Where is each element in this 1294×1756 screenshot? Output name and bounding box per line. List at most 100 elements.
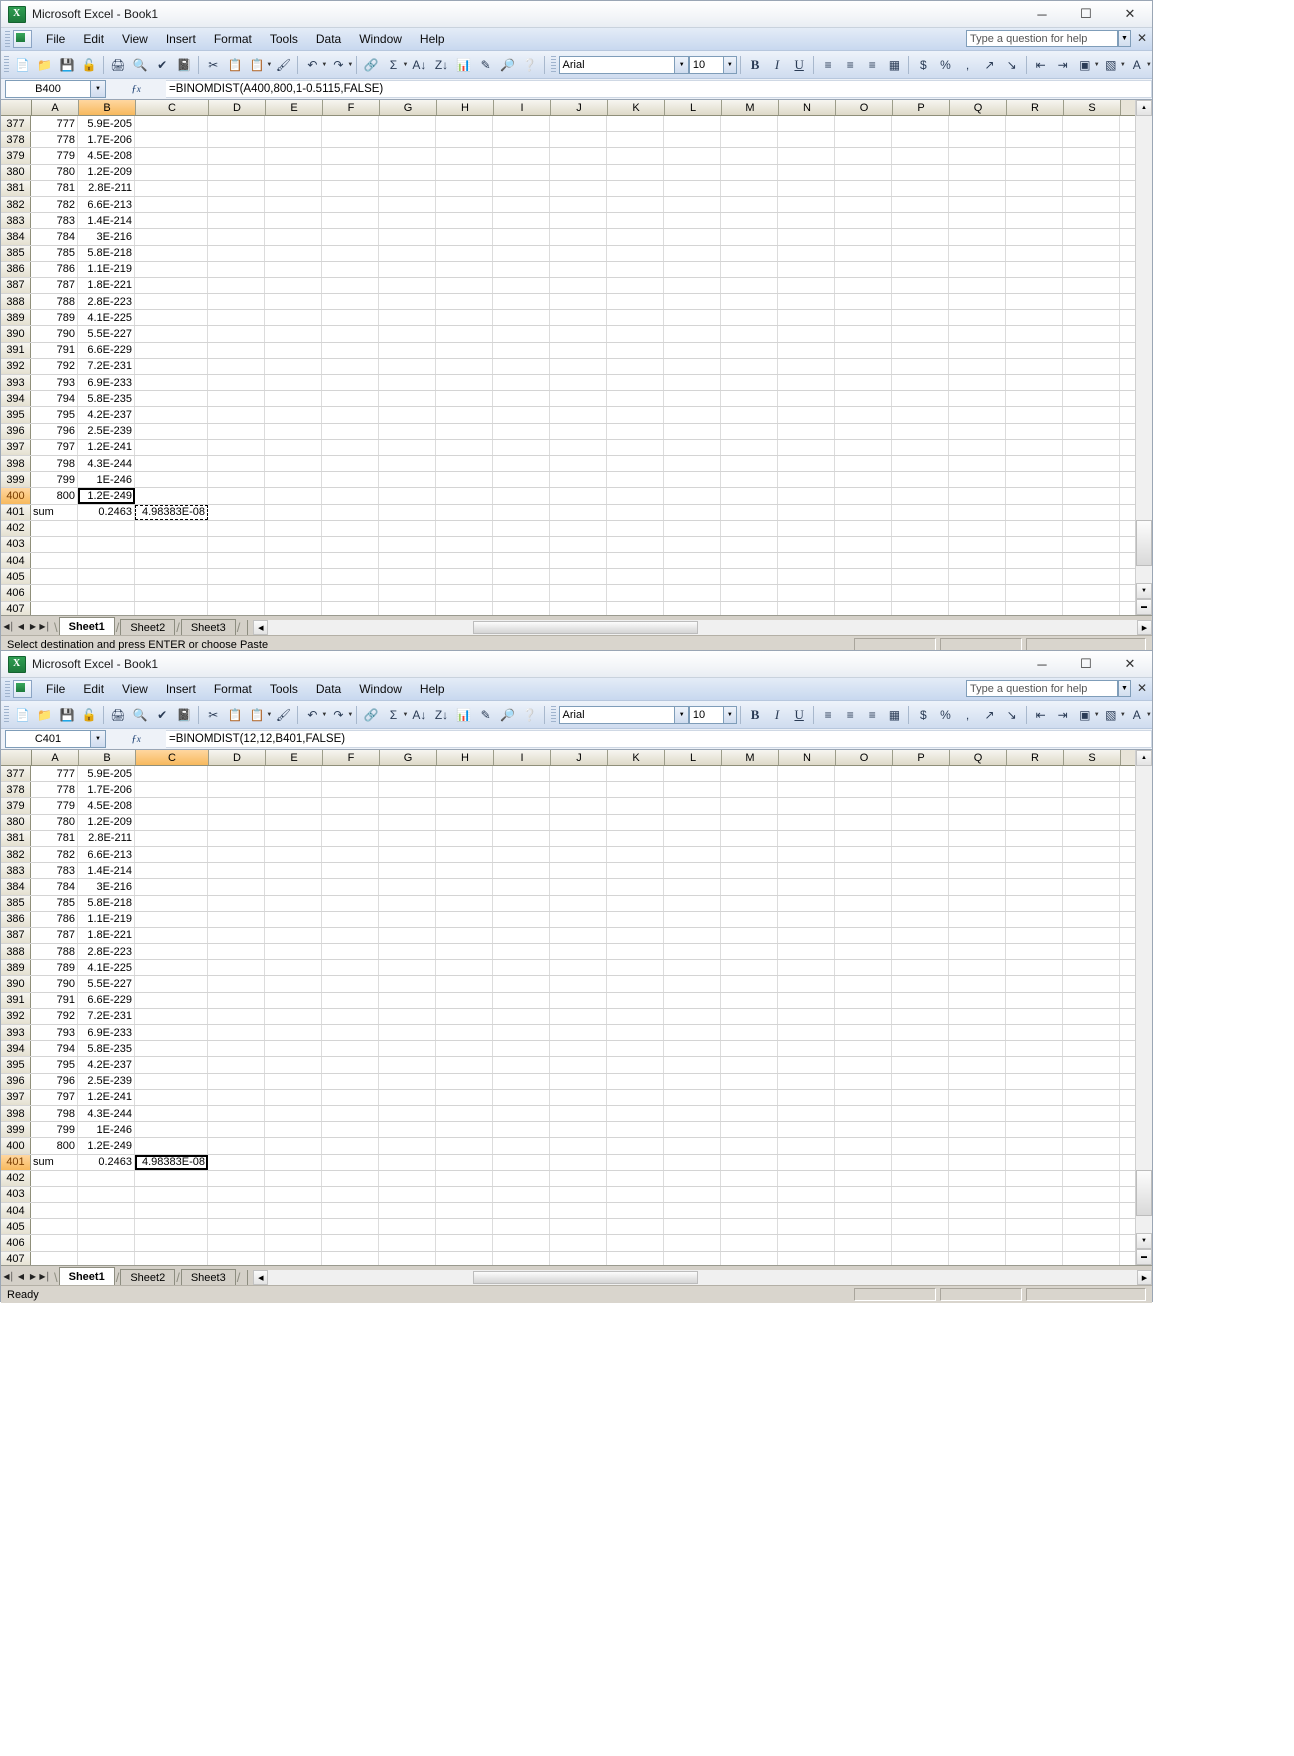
cell-h398[interactable]	[436, 455, 493, 472]
cell-q406[interactable]	[949, 585, 1006, 601]
cell-b401[interactable]: 0.2463	[78, 504, 135, 520]
cell-o380[interactable]	[835, 164, 892, 180]
cell-f396[interactable]	[322, 1073, 379, 1089]
cell-p387[interactable]	[892, 277, 949, 294]
cell-i403[interactable]	[493, 536, 550, 553]
cell-p400[interactable]	[892, 1138, 949, 1154]
cell-i382[interactable]	[493, 846, 550, 863]
cell-d392[interactable]	[208, 358, 265, 374]
menu-grip[interactable]	[5, 681, 10, 697]
cell-k404[interactable]	[607, 553, 664, 569]
cell-d405[interactable]	[208, 1219, 265, 1235]
cell-o381[interactable]	[835, 180, 892, 196]
cell-f393[interactable]	[322, 1025, 379, 1041]
cell-j380[interactable]	[550, 164, 607, 180]
cell-k385[interactable]	[607, 245, 664, 261]
cell-d386[interactable]	[208, 261, 265, 277]
cell-b387[interactable]: 1.8E-221	[78, 927, 135, 944]
cell-b389[interactable]: 4.1E-225	[78, 960, 135, 976]
cell-p385[interactable]	[892, 245, 949, 261]
cell-a379[interactable]: 779	[31, 148, 78, 164]
cell-r400[interactable]	[1006, 1138, 1063, 1154]
row-header-393[interactable]: 393	[1, 1025, 31, 1041]
cell-d382[interactable]	[208, 196, 265, 213]
cell-b393[interactable]: 6.9E-233	[78, 1025, 135, 1041]
cell-q407[interactable]	[949, 601, 1006, 615]
cell-c378[interactable]	[135, 782, 208, 798]
cell-l378[interactable]	[664, 132, 721, 148]
vscroll-thumb-top[interactable]	[1136, 520, 1152, 566]
cell-l399[interactable]	[664, 1122, 721, 1138]
cell-n383[interactable]	[778, 863, 835, 879]
cell-a397[interactable]: 797	[31, 1089, 78, 1105]
cell-d387[interactable]	[208, 277, 265, 294]
cell-d404[interactable]	[208, 553, 265, 569]
decrease-decimal-icon[interactable]: ↘	[1002, 54, 1022, 75]
cell-j391[interactable]	[550, 342, 607, 358]
spelling-icon[interactable]: ✔	[152, 704, 172, 725]
font-color-icon[interactable]: A	[1127, 54, 1147, 75]
cell-i392[interactable]	[493, 358, 550, 374]
cell-j397[interactable]	[550, 439, 607, 455]
row-header-386[interactable]: 386	[1, 261, 31, 277]
font-name-dropdown-icon[interactable]: ▼	[675, 55, 689, 74]
cell-e388[interactable]	[265, 944, 322, 960]
cell-m383[interactable]	[721, 863, 778, 879]
cell-b402[interactable]	[78, 1170, 135, 1186]
cell-l395[interactable]	[664, 1057, 721, 1073]
cell-h394[interactable]	[436, 1041, 493, 1057]
cell-n384[interactable]	[778, 229, 835, 245]
cell-b381[interactable]: 2.8E-211	[78, 830, 135, 846]
cell-b394[interactable]: 5.8E-235	[78, 1041, 135, 1057]
column-header-p[interactable]: P	[893, 750, 950, 765]
cell-b399[interactable]: 1E-246	[78, 472, 135, 488]
cell-g385[interactable]	[379, 895, 436, 911]
cell-f384[interactable]	[322, 229, 379, 245]
cell-b398[interactable]: 4.3E-244	[78, 455, 135, 472]
cell-a392[interactable]: 792	[31, 1008, 78, 1024]
cell-r377[interactable]	[1006, 766, 1063, 782]
cell-q407[interactable]	[949, 1251, 1006, 1265]
cell-m397[interactable]	[721, 1089, 778, 1105]
cell-m384[interactable]	[721, 229, 778, 245]
cell-m405[interactable]	[721, 569, 778, 585]
cell-e379[interactable]	[265, 798, 322, 814]
column-header-e[interactable]: E	[266, 750, 323, 765]
cell-h384[interactable]	[436, 229, 493, 245]
cell-m393[interactable]	[721, 1025, 778, 1041]
column-header-q[interactable]: Q	[950, 100, 1007, 115]
cell-f407[interactable]	[322, 601, 379, 615]
open-icon[interactable]: 📁	[35, 704, 55, 725]
cell-h401[interactable]	[436, 1154, 493, 1170]
cell-j385[interactable]	[550, 245, 607, 261]
row-header-381[interactable]: 381	[1, 180, 31, 196]
cell-g390[interactable]	[379, 326, 436, 342]
cell-a391[interactable]: 791	[31, 992, 78, 1008]
cell-h402[interactable]	[436, 520, 493, 536]
cell-q396[interactable]	[949, 1073, 1006, 1089]
cell-k395[interactable]	[607, 1057, 664, 1073]
cell-m404[interactable]	[721, 1203, 778, 1219]
cell-i377[interactable]	[493, 766, 550, 782]
cell-a388[interactable]: 788	[31, 294, 78, 310]
cell-p399[interactable]	[892, 1122, 949, 1138]
cell-i395[interactable]	[493, 407, 550, 423]
comma-icon[interactable]: ,	[957, 704, 977, 725]
cell-l406[interactable]	[664, 1235, 721, 1251]
cell-o402[interactable]	[835, 520, 892, 536]
bold-button[interactable]: B	[745, 54, 765, 75]
cell-h407[interactable]	[436, 601, 493, 615]
cell-l394[interactable]	[664, 1041, 721, 1057]
cell-s385[interactable]	[1063, 245, 1120, 261]
cell-c386[interactable]	[135, 261, 208, 277]
cell-b390[interactable]: 5.5E-227	[78, 326, 135, 342]
cell-g377[interactable]	[379, 116, 436, 132]
last-sheet-icon[interactable]: ▶│	[39, 622, 51, 631]
cell-g397[interactable]	[379, 439, 436, 455]
cell-j378[interactable]	[550, 782, 607, 798]
scroll-up-icon[interactable]: ▲	[1136, 750, 1152, 766]
cell-b403[interactable]	[78, 536, 135, 553]
cell-p394[interactable]	[892, 1041, 949, 1057]
cell-n386[interactable]	[778, 261, 835, 277]
cell-l398[interactable]	[664, 1105, 721, 1122]
